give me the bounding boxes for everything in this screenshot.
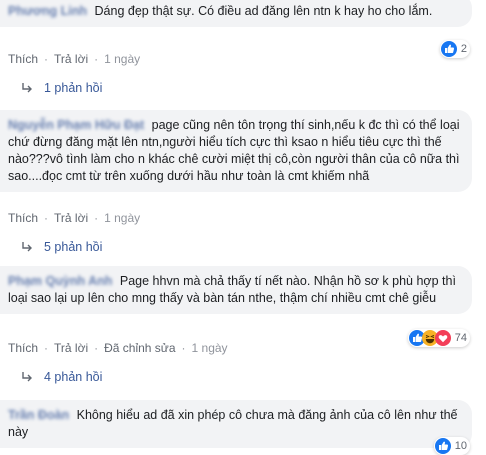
view-replies-link[interactable]: 5 phản hồi: [20, 240, 102, 254]
like-link[interactable]: Thích: [8, 341, 38, 355]
comment-actions: Thích · Trả lời · Đã chỉnh sửa · 1 ngày: [8, 341, 228, 355]
reply-link[interactable]: Trả lời: [54, 211, 88, 225]
separator: ·: [44, 211, 49, 225]
reply-link[interactable]: Trả lời: [54, 52, 88, 66]
comment-actions: Thích · Trả lời · 1 ngày: [8, 52, 140, 66]
separator: ·: [181, 341, 186, 355]
timestamp[interactable]: 1 ngày: [104, 52, 140, 66]
reaction-summary[interactable]: 2: [439, 40, 470, 58]
reaction-summary[interactable]: 10: [433, 437, 470, 455]
reaction-summary[interactable]: 74: [407, 329, 470, 347]
separator: ·: [94, 52, 99, 66]
comment-bubble: Nguyễn Phạm Hữu Đạt page cũng nên tôn tr…: [0, 110, 472, 192]
reply-arrow-icon: [22, 372, 32, 382]
like-link[interactable]: Thích: [8, 52, 38, 66]
comment-author[interactable]: Phương Linh: [8, 4, 87, 18]
like-icon: [434, 438, 451, 454]
timestamp[interactable]: 1 ngày: [192, 341, 228, 355]
edited-label[interactable]: Đã chỉnh sửa: [104, 341, 175, 355]
comment-author[interactable]: Phạm Quỳnh Anh: [8, 274, 112, 288]
separator: ·: [44, 341, 49, 355]
separator: ·: [94, 211, 99, 225]
separator: ·: [94, 341, 99, 355]
replies-count-label: 4 phản hồi: [44, 370, 103, 384]
like-icon: [440, 41, 457, 57]
reply-link[interactable]: Trả lời: [54, 341, 88, 355]
reaction-count: 10: [454, 440, 467, 452]
reaction-count: 74: [454, 332, 467, 344]
replies-count-label: 1 phản hồi: [44, 81, 103, 95]
view-replies-link[interactable]: 4 phản hồi: [20, 370, 102, 384]
view-replies-link[interactable]: 1 phản hồi: [20, 81, 102, 95]
comment-bubble: Phạm Quỳnh Anh Page hhvn mà chả thấy tí …: [0, 266, 472, 314]
comment-bubble: Trần Đoàn Không hiểu ad đã xin phép cô c…: [0, 400, 472, 448]
comment-author[interactable]: Trần Đoàn: [8, 408, 69, 422]
comment-author[interactable]: Nguyễn Phạm Hữu Đạt: [8, 118, 144, 132]
comment-text: Dáng đẹp thật sự. Có điều ad đăng lên nt…: [94, 4, 433, 18]
reply-arrow-icon: [22, 242, 32, 252]
reaction-count: 2: [460, 43, 467, 55]
separator: ·: [44, 52, 49, 66]
comment-text: Không hiểu ad đã xin phép cô chưa mà đăn…: [8, 408, 458, 439]
timestamp[interactable]: 1 ngày: [104, 211, 140, 225]
love-icon: [434, 330, 451, 346]
comment-actions: Thích · Trả lời · 1 ngày: [8, 211, 140, 225]
replies-count-label: 5 phản hồi: [44, 240, 103, 254]
comment-bubble: Phương Linh Dáng đẹp thật sự. Có điều ad…: [0, 0, 472, 27]
reply-arrow-icon: [22, 83, 32, 93]
like-link[interactable]: Thích: [8, 211, 38, 225]
